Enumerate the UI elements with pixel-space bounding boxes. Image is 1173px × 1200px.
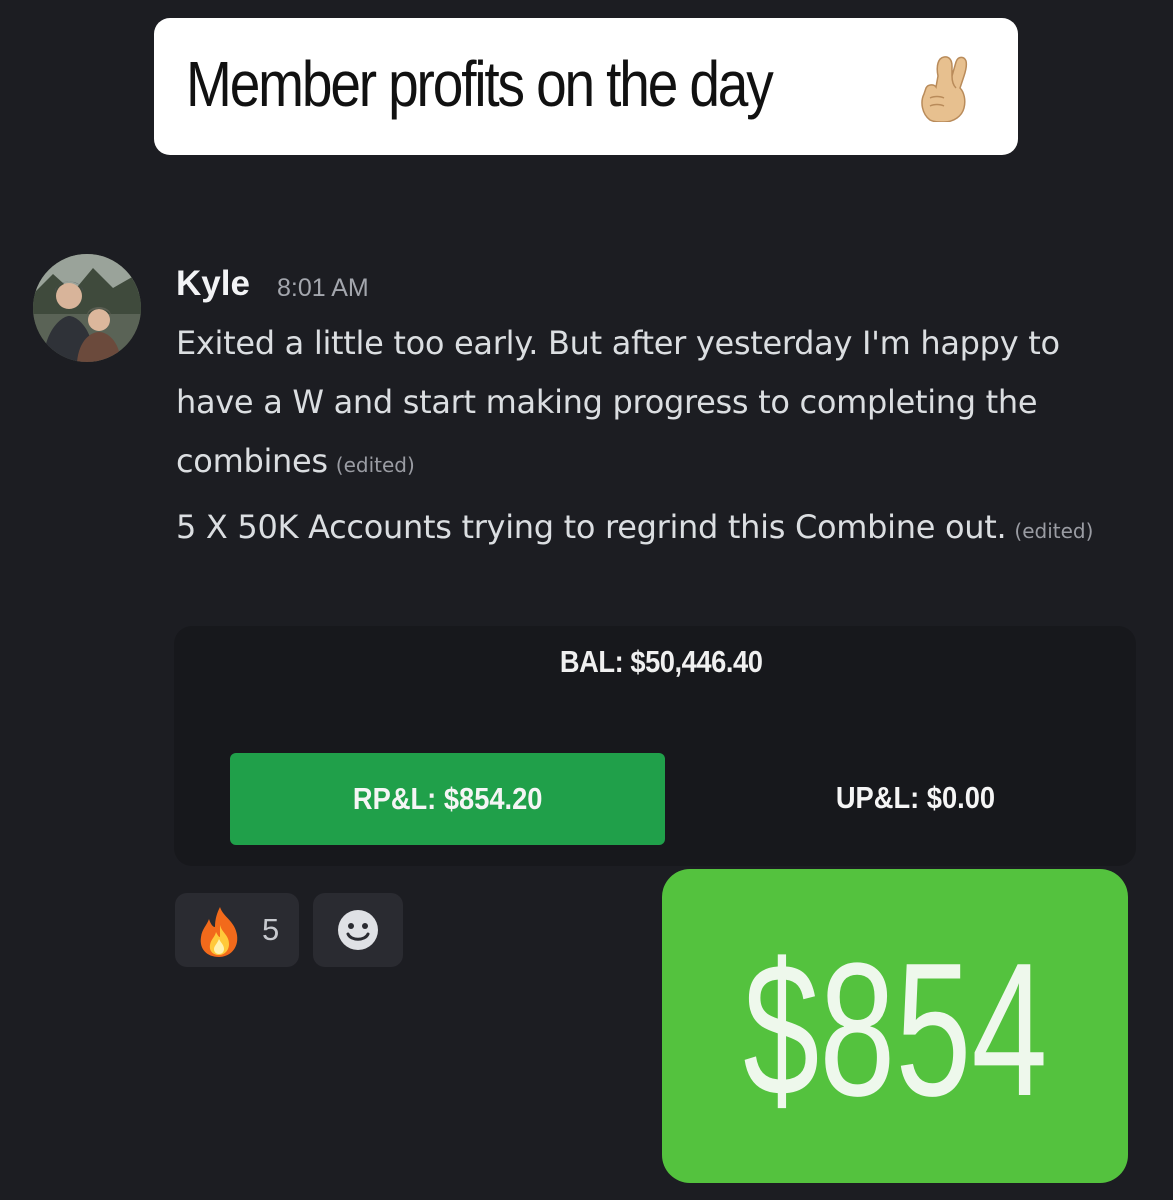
fire-reaction-button[interactable] [175, 893, 299, 967]
message-author[interactable]: Kyle [176, 264, 250, 304]
message-text: Exited a little too early. But after yes… [176, 324, 1060, 480]
profit-amount: $854 [662, 880, 1128, 1180]
edited-label: (edited) [335, 453, 415, 477]
crossed-fingers-icon [921, 56, 968, 122]
unrealized-pnl-readout: UP&L: $0.00 [760, 780, 1070, 816]
avatar-photo [33, 254, 141, 362]
message-timestamp: 8:01 AM [277, 274, 369, 302]
message-paragraph: Exited a little too early. But after yes… [176, 314, 1136, 495]
add-reaction-button[interactable] [313, 893, 403, 967]
unrealized-pnl-text: UP&L: $0.00 [835, 780, 995, 815]
realized-pnl-text: RP&L: $854.20 [352, 781, 543, 816]
profit-amount-text: $854 [742, 924, 1048, 1136]
headline-text: Member profits on the day [186, 48, 774, 120]
headline-banner: Member profits on the day [154, 18, 1018, 155]
message-text: 5 X 50K Accounts trying to regrind this … [176, 508, 1007, 546]
smiley-icon [338, 910, 378, 950]
balance-readout: BAL: $50,446.40 [0, 644, 1173, 680]
edited-label: (edited) [1014, 519, 1094, 543]
user-avatar[interactable] [33, 254, 141, 362]
message-paragraph: 5 X 50K Accounts trying to regrind this … [176, 498, 1136, 561]
fire-icon [200, 907, 238, 957]
reaction-count: 5 [262, 912, 280, 947]
balance-text: BAL: $50,446.40 [560, 644, 763, 679]
realized-pnl-badge: RP&L: $854.20 [230, 753, 665, 845]
